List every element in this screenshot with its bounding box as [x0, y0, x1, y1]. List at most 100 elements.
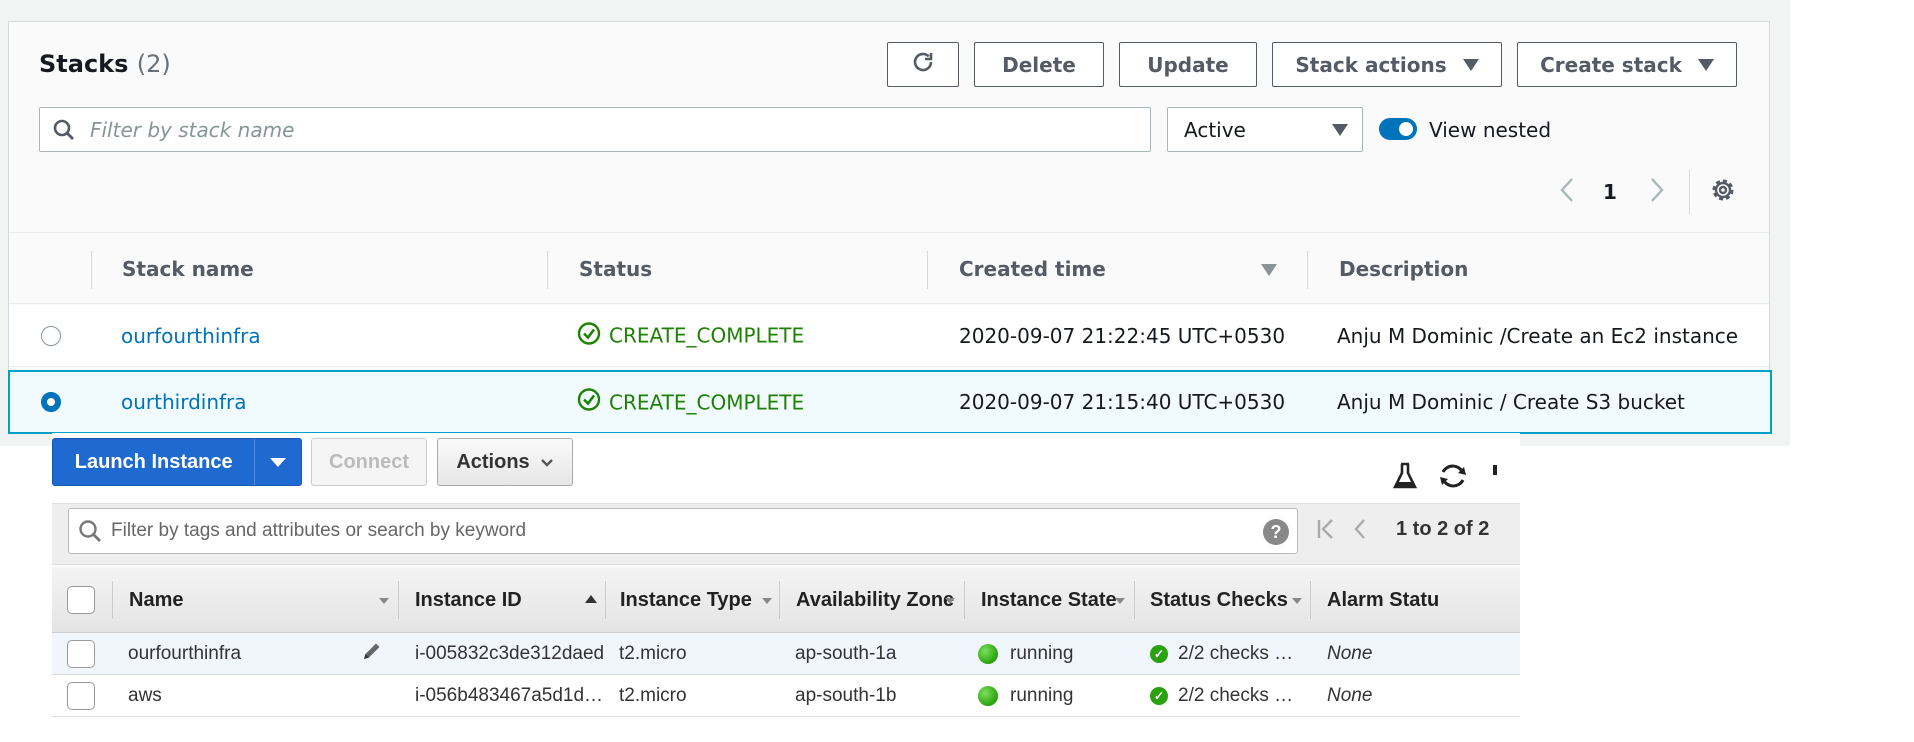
view-nested-toggle[interactable] [1379, 118, 1417, 140]
chevron-down-icon [540, 451, 554, 474]
row-radio[interactable] [41, 325, 61, 346]
column-header-status-checks[interactable]: Status Checks [1150, 567, 1288, 633]
column-header-instance-type[interactable]: Instance Type [620, 567, 752, 633]
sort-ascending-icon[interactable] [585, 595, 597, 603]
sort-caret-icon[interactable] [1115, 598, 1125, 604]
stack-status: CREATE_COMPLETE [577, 321, 804, 350]
instance-id: i-005832c3de312daed [415, 642, 605, 664]
success-check-icon [577, 388, 601, 417]
column-header-alarm-status[interactable]: Alarm Statu [1327, 567, 1439, 633]
stack-actions-label: Stack actions [1295, 52, 1447, 77]
availability-zone: ap-south-1a [795, 642, 897, 664]
column-header-availability-zone[interactable]: Availability Zone [796, 567, 954, 633]
column-header-status[interactable]: Status [579, 233, 652, 305]
sort-descending-icon[interactable] [1261, 264, 1277, 276]
settings-gear-icon[interactable] [1709, 176, 1737, 209]
column-header-stack-name[interactable]: Stack name [122, 233, 254, 305]
stack-search-input[interactable]: Filter by stack name [39, 107, 1151, 152]
table-row[interactable]: aws i-056b483467a5d1d… t2.micro ap-south… [52, 675, 1520, 717]
column-header-description[interactable]: Description [1339, 233, 1468, 305]
check-icon: ✓ [1150, 686, 1168, 705]
pager-divider [1689, 170, 1690, 214]
actions-label: Actions [456, 450, 530, 473]
actions-button[interactable]: Actions [437, 438, 573, 486]
column-separator [1310, 581, 1311, 619]
instance-search-input[interactable]: Filter by tags and attributes or search … [68, 508, 1298, 554]
stacks-table-header: Stack name Status Created time Descripti… [9, 232, 1769, 304]
running-status-icon [978, 685, 998, 706]
stacks-title-text: Stacks [39, 50, 129, 78]
launch-instance-label[interactable]: Launch Instance [53, 439, 254, 485]
create-stack-label: Create stack [1540, 52, 1682, 77]
column-header-created-time[interactable]: Created time [959, 233, 1106, 305]
stack-status-text: CREATE_COMPLETE [609, 323, 805, 348]
table-row-selected[interactable]: ourthirdinfra CREATE_COMPLETE 2020-09-07… [8, 370, 1772, 434]
table-row[interactable]: ourfourthinfra CREATE_COMPLETE 2020-09-0… [9, 305, 1769, 367]
stacks-count: (2) [136, 50, 171, 78]
instance-state: running [1010, 684, 1074, 706]
status-checks[interactable]: 2/2 checks … [1178, 685, 1293, 707]
column-separator [605, 581, 606, 619]
column-header-instance-id[interactable]: Instance ID [415, 567, 522, 633]
table-row[interactable]: ourfourthinfra i-005832c3de312daed t2.mi… [52, 633, 1520, 675]
status-filter-value: Active [1184, 117, 1246, 142]
launch-dropdown-toggle[interactable] [254, 439, 301, 485]
page-number[interactable]: 1 [1603, 180, 1617, 204]
connect-button[interactable]: Connect [311, 438, 427, 486]
settings-icon-partial[interactable] [1493, 465, 1497, 475]
running-status-icon [978, 643, 998, 664]
edit-pencil-icon[interactable] [361, 640, 383, 668]
column-header-instance-state[interactable]: Instance State [981, 567, 1117, 633]
stack-name-link[interactable]: ourthirdinfra [121, 390, 247, 414]
column-separator [91, 251, 92, 289]
create-stack-button[interactable]: Create stack [1517, 42, 1737, 87]
refresh-button[interactable] [887, 42, 959, 87]
created-time: 2020-09-07 21:22:45 UTC+0530 [959, 323, 1286, 348]
caret-down-icon [1697, 58, 1714, 71]
column-separator [964, 581, 965, 619]
status-filter-select[interactable]: Active [1167, 107, 1363, 152]
row-checkbox[interactable] [67, 681, 95, 710]
flask-icon[interactable] [1392, 461, 1418, 496]
select-all-checkbox[interactable] [67, 586, 95, 614]
check-icon: ✓ [1150, 644, 1168, 663]
refresh-icon[interactable] [1437, 461, 1469, 496]
next-page-icon[interactable] [1649, 177, 1665, 208]
sort-caret-icon[interactable] [762, 598, 772, 604]
delete-button[interactable]: Delete [974, 42, 1104, 87]
column-separator [398, 581, 399, 619]
cloudformation-stacks-section: Stacks (2) Delete Update Stack actions C… [0, 0, 1790, 446]
previous-page-icon[interactable] [1559, 177, 1575, 208]
column-separator [1134, 581, 1135, 619]
update-button[interactable]: Update [1119, 42, 1257, 87]
sort-caret-icon[interactable] [1292, 598, 1302, 604]
instance-type: t2.micro [619, 684, 687, 706]
stacks-title: Stacks (2) [39, 50, 171, 78]
caret-down-icon [1462, 58, 1479, 71]
status-checks[interactable]: 2/2 checks … [1178, 643, 1293, 665]
view-nested-label: View nested [1429, 118, 1552, 142]
row-checkbox[interactable] [67, 639, 95, 668]
alarm-status[interactable]: None [1327, 643, 1372, 665]
column-separator [1307, 251, 1308, 289]
column-header-name[interactable]: Name [129, 567, 183, 633]
instances-table-header: Name Instance ID Instance Type Availabil… [52, 567, 1520, 633]
row-radio-selected[interactable] [41, 392, 61, 412]
first-page-icon[interactable] [1316, 517, 1336, 547]
ec2-instances-section: Launch Instance Connect Actions Filter b… [52, 433, 1520, 742]
alarm-status[interactable]: None [1327, 685, 1372, 707]
instance-id: i-056b483467a5d1d… [415, 684, 604, 706]
instance-state: running [1010, 642, 1074, 664]
pagination-text: 1 to 2 of 2 [1396, 518, 1490, 540]
refresh-icon [911, 50, 935, 79]
previous-page-icon[interactable] [1352, 517, 1368, 547]
availability-zone: ap-south-1b [795, 684, 897, 706]
launch-instance-button[interactable]: Launch Instance [52, 438, 302, 486]
caret-down-icon [270, 457, 287, 467]
stack-description: Anju M Dominic /Create an Ec2 instance [1337, 323, 1739, 348]
stack-name-link[interactable]: ourfourthinfra [121, 324, 261, 348]
sort-caret-icon[interactable] [945, 598, 955, 604]
help-icon[interactable]: ? [1263, 519, 1289, 545]
stack-actions-button[interactable]: Stack actions [1272, 42, 1502, 87]
sort-caret-icon[interactable] [379, 598, 389, 604]
